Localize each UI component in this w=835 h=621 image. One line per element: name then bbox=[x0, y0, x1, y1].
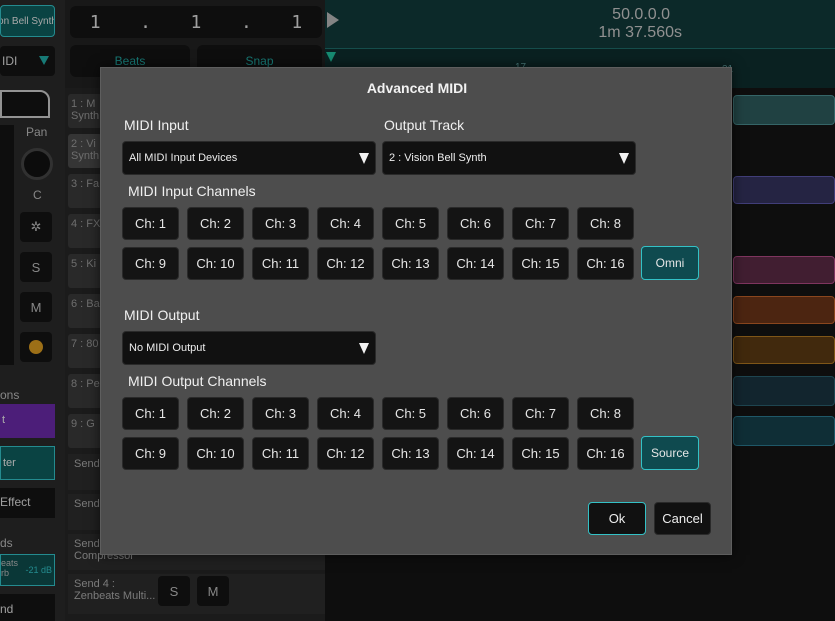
output-ch-13-button[interactable]: Ch: 13 bbox=[382, 437, 439, 470]
output-ch-1-button[interactable]: Ch: 1 bbox=[122, 397, 179, 430]
midi-input-value: All MIDI Input Devices bbox=[129, 152, 238, 164]
midi-output-label: MIDI Output bbox=[124, 307, 200, 323]
input-channels-label: MIDI Input Channels bbox=[128, 183, 256, 199]
dialog-title: Advanced MIDI bbox=[366, 80, 468, 96]
input-ch-15-button[interactable]: Ch: 15 bbox=[512, 247, 569, 280]
ok-button[interactable]: Ok bbox=[588, 502, 646, 535]
input-ch-14-button[interactable]: Ch: 14 bbox=[447, 247, 504, 280]
output-ch-12-button[interactable]: Ch: 12 bbox=[317, 437, 374, 470]
input-ch-16-button[interactable]: Ch: 16 bbox=[577, 247, 634, 280]
output-track-value: 2 : Vision Bell Synth bbox=[389, 152, 487, 164]
output-track-dropdown[interactable]: 2 : Vision Bell Synth bbox=[382, 141, 636, 175]
output-ch-15-button[interactable]: Ch: 15 bbox=[512, 437, 569, 470]
output-ch-9-button[interactable]: Ch: 9 bbox=[122, 437, 179, 470]
output-ch-5-button[interactable]: Ch: 5 bbox=[382, 397, 439, 430]
output-track-label: Output Track bbox=[384, 117, 465, 133]
input-ch-10-button[interactable]: Ch: 10 bbox=[187, 247, 244, 280]
midi-input-label: MIDI Input bbox=[124, 117, 189, 133]
input-ch-8-button[interactable]: Ch: 8 bbox=[577, 207, 634, 240]
input-ch-13-button[interactable]: Ch: 13 bbox=[382, 247, 439, 280]
output-ch-6-button[interactable]: Ch: 6 bbox=[447, 397, 504, 430]
output-ch-11-button[interactable]: Ch: 11 bbox=[252, 437, 309, 470]
input-ch-3-button[interactable]: Ch: 3 bbox=[252, 207, 309, 240]
chevron-down-icon bbox=[359, 343, 369, 354]
daw-app: on Bell Synth IDI 1 . 1 . 1 Beats Snap 5… bbox=[0, 0, 835, 621]
input-ch-2-button[interactable]: Ch: 2 bbox=[187, 207, 244, 240]
input-ch-12-button[interactable]: Ch: 12 bbox=[317, 247, 374, 280]
midi-output-value: No MIDI Output bbox=[129, 342, 206, 354]
midi-output-dropdown[interactable]: No MIDI Output bbox=[122, 331, 376, 365]
output-ch-7-button[interactable]: Ch: 7 bbox=[512, 397, 569, 430]
output-ch-4-button[interactable]: Ch: 4 bbox=[317, 397, 374, 430]
output-ch-8-button[interactable]: Ch: 8 bbox=[577, 397, 634, 430]
omni-button[interactable]: Omni bbox=[641, 246, 699, 280]
cancel-button[interactable]: Cancel bbox=[654, 502, 711, 535]
input-ch-4-button[interactable]: Ch: 4 bbox=[317, 207, 374, 240]
input-ch-5-button[interactable]: Ch: 5 bbox=[382, 207, 439, 240]
output-ch-3-button[interactable]: Ch: 3 bbox=[252, 397, 309, 430]
output-ch-2-button[interactable]: Ch: 2 bbox=[187, 397, 244, 430]
chevron-down-icon bbox=[359, 153, 369, 164]
output-ch-16-button[interactable]: Ch: 16 bbox=[577, 437, 634, 470]
input-ch-7-button[interactable]: Ch: 7 bbox=[512, 207, 569, 240]
input-ch-9-button[interactable]: Ch: 9 bbox=[122, 247, 179, 280]
input-ch-6-button[interactable]: Ch: 6 bbox=[447, 207, 504, 240]
output-ch-10-button[interactable]: Ch: 10 bbox=[187, 437, 244, 470]
midi-input-dropdown[interactable]: All MIDI Input Devices bbox=[122, 141, 376, 175]
source-button[interactable]: Source bbox=[641, 436, 699, 470]
chevron-down-icon bbox=[619, 153, 629, 164]
input-ch-11-button[interactable]: Ch: 11 bbox=[252, 247, 309, 280]
output-ch-14-button[interactable]: Ch: 14 bbox=[447, 437, 504, 470]
input-ch-1-button[interactable]: Ch: 1 bbox=[122, 207, 179, 240]
output-channels-label: MIDI Output Channels bbox=[128, 373, 267, 389]
advanced-midi-dialog: Advanced MIDI MIDI Input All MIDI Input … bbox=[100, 67, 732, 555]
